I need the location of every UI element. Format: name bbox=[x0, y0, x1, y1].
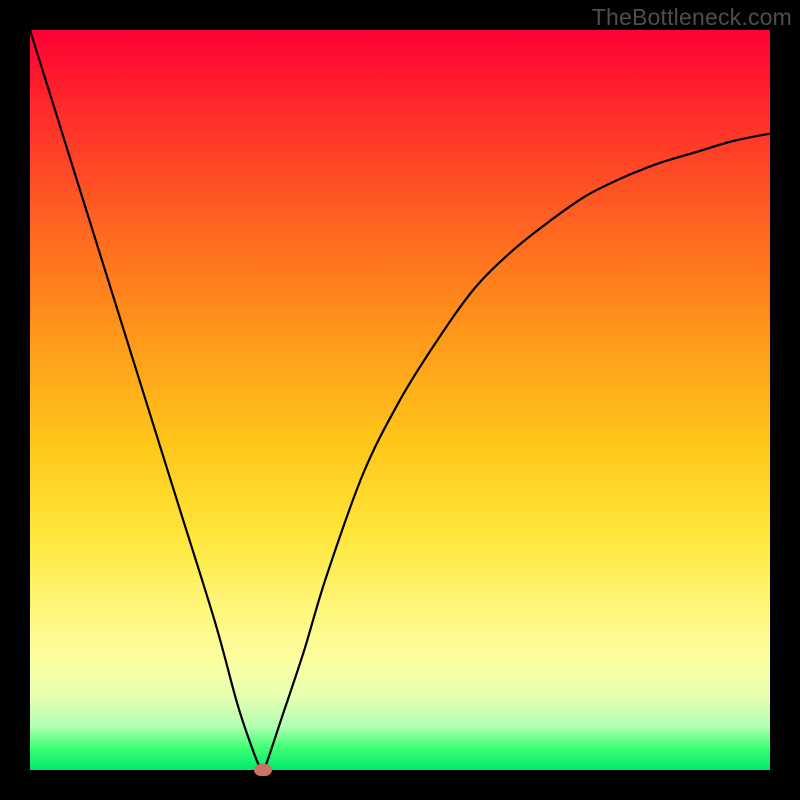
watermark-text: TheBottleneck.com bbox=[592, 4, 792, 31]
curve-svg bbox=[30, 30, 770, 770]
plot-area bbox=[30, 30, 770, 770]
min-point-marker bbox=[254, 764, 272, 776]
chart-frame: TheBottleneck.com bbox=[0, 0, 800, 800]
bottleneck-curve-path bbox=[30, 30, 770, 770]
